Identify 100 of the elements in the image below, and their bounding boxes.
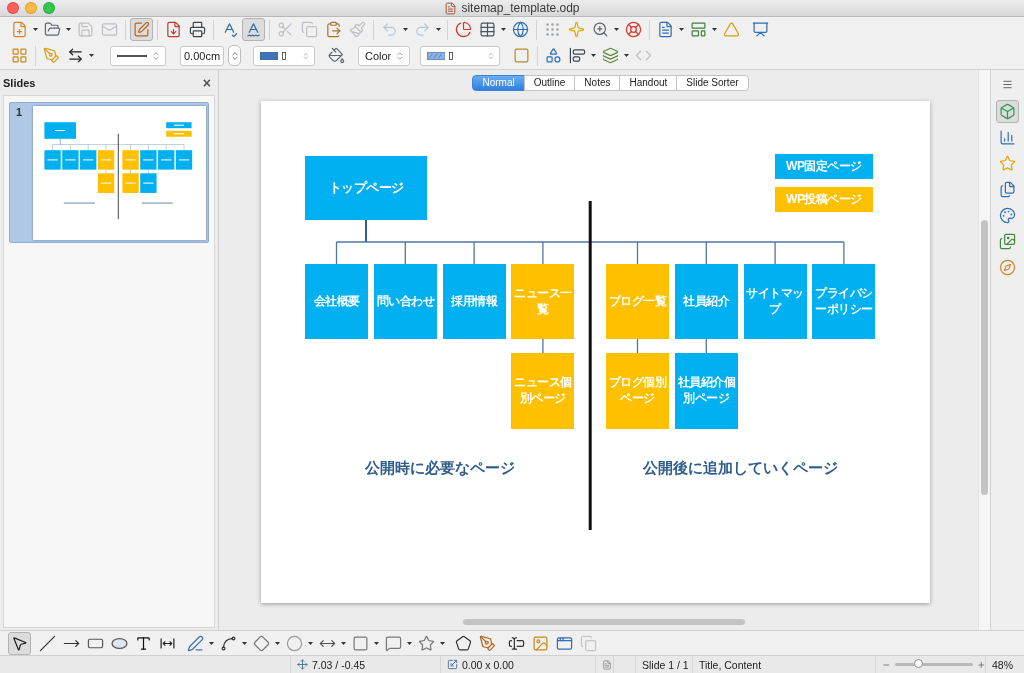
legend-item: WP固定ページ [775,154,873,179]
pen-nib-icon[interactable] [479,634,496,652]
pie-chart-icon[interactable] [455,21,472,38]
file-download-icon[interactable] [165,21,182,38]
close-button[interactable]: × [198,75,215,90]
folder-icon[interactable] [44,21,61,38]
cube-icon [999,103,1016,120]
zoom-percent: 48% [992,658,1013,671]
connector-icon[interactable] [220,634,237,652]
printer-icon[interactable] [189,21,206,38]
caret-icon[interactable] [341,641,346,645]
caret-icon[interactable] [209,641,214,645]
diagonal-line-icon[interactable] [39,634,56,652]
caret-icon[interactable] [33,28,38,31]
caret-icon[interactable] [624,54,629,57]
menu-icon[interactable] [1002,79,1013,90]
files-icon[interactable] [999,181,1016,198]
pattern-swatch-icon [427,50,446,61]
file-plus-icon[interactable] [11,21,28,38]
image-icon[interactable] [532,634,549,652]
caret-icon[interactable] [440,641,445,645]
position-readout: 7.03 / -0.45 [312,658,366,671]
cube-button[interactable] [996,100,1019,123]
caret-icon[interactable] [308,641,313,645]
caret-icon[interactable] [591,54,596,57]
paint-bucket-icon[interactable] [328,47,345,64]
page-node: トップページ [305,156,427,220]
caret-icon[interactable] [679,28,684,31]
table-icon[interactable] [479,21,496,38]
clipboard-icon[interactable] [325,21,342,38]
diamond-icon[interactable] [253,634,270,652]
legend-item: WP投稿ページ [775,187,873,212]
view-tab[interactable]: Outline [523,75,576,91]
area-style-select[interactable]: Color [358,45,410,66]
caret-icon[interactable] [66,28,71,31]
caret-icon[interactable] [614,28,619,31]
scrollbar-thumb[interactable] [981,220,988,495]
polygon-icon[interactable] [455,634,472,652]
caret-icon[interactable] [436,28,441,31]
globe-icon[interactable] [512,21,529,38]
connector-line [542,338,544,354]
page-node: ニュース一覧 [511,264,575,339]
lifebuoy-icon[interactable] [625,21,642,38]
view-tab[interactable]: Handout [619,75,678,91]
text-tool-icon[interactable] [135,634,152,652]
section-caption: 公開時に必要なページ [364,459,515,478]
slide-indicator: Slide 1 / 1 [642,658,689,671]
align-icon[interactable] [569,47,586,64]
zoom-in-icon[interactable] [976,659,985,670]
layers-icon[interactable] [602,47,619,64]
page-node: プライバシーポリシー [812,264,876,339]
images-icon[interactable] [999,233,1016,250]
caret-icon[interactable] [712,28,717,31]
close-button[interactable] [7,2,19,14]
text-box-icon[interactable] [508,634,525,652]
page-node: 問い合わせ [373,264,437,339]
bar-chart-icon[interactable] [999,129,1016,146]
line-style-select[interactable] [110,45,166,66]
position-icon [297,659,308,670]
caret-icon[interactable] [89,54,94,57]
arrows-icon[interactable] [67,47,84,64]
square-icon[interactable] [513,47,530,64]
scrollbar-thumb[interactable] [463,619,745,625]
caret-icon[interactable] [242,641,247,645]
star-icon[interactable] [418,634,435,652]
slide-list-item[interactable]: 1 [9,102,209,243]
line-color-select[interactable] [253,45,315,66]
caret-icon[interactable] [501,28,506,31]
page-node: サイトマップ [743,264,807,339]
pen-icon[interactable] [187,634,204,652]
maximize-button[interactable] [43,2,55,14]
caret-icon[interactable] [374,641,379,645]
zoom-icon[interactable] [592,21,609,38]
presentation-icon[interactable] [752,21,769,38]
layout-icon[interactable] [690,21,707,38]
page-node: ニュース個別ページ [511,353,575,429]
square-icon[interactable] [352,634,369,652]
caret-icon[interactable] [407,641,412,645]
zoom-slider-thumb[interactable] [913,659,923,668]
dot-grid-icon[interactable] [544,21,561,38]
view-tab[interactable]: Slide Sorter [676,75,749,91]
line-width-field[interactable]: 0.00cm [180,45,224,66]
page-node: ブログ個別ページ [606,353,669,429]
view-tab[interactable]: Notes [574,75,621,91]
star-icon[interactable] [999,155,1016,172]
fill-select[interactable] [420,45,500,66]
document-icon[interactable] [657,21,674,38]
grid-icon[interactable] [11,47,28,64]
speech-bubble-icon[interactable] [385,634,402,652]
caret-icon[interactable] [403,28,408,31]
circle-icon[interactable] [286,634,303,652]
page-node: 会社概要 [305,264,368,339]
caret-icon[interactable] [275,641,280,645]
compass-icon[interactable] [999,259,1016,276]
page-node: 社員紹介 [674,264,738,339]
layout-name: Title, Content [699,658,762,671]
window-icon[interactable] [556,634,573,652]
palette-icon[interactable] [999,207,1016,224]
stepper-button[interactable] [228,45,241,66]
shapes-icon[interactable] [545,47,562,64]
